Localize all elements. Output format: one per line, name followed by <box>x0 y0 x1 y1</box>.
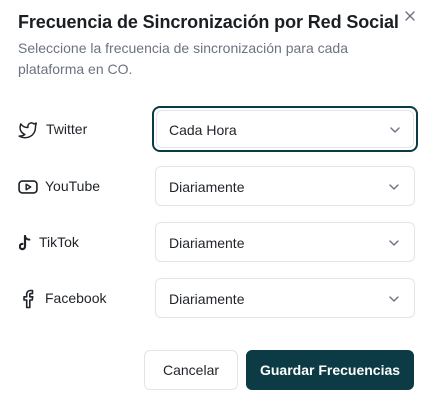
sync-frequency-dialog: Frecuencia de Sincronización por Red Soc… <box>0 0 432 400</box>
chevron-down-icon <box>389 296 399 302</box>
frequency-value-tiktok: Diariamente <box>169 235 245 251</box>
youtube-icon <box>18 177 38 197</box>
twitter-icon <box>18 120 38 140</box>
frequency-value-facebook: Diariamente <box>169 291 245 307</box>
frequency-select-tiktok[interactable]: Diariamente <box>155 222 415 262</box>
platform-row-facebook: Facebook Diariamente <box>0 278 432 318</box>
platform-row-tiktok: TikTok Diariamente <box>0 222 432 262</box>
platform-label-youtube: YouTube <box>45 178 101 194</box>
frequency-value-twitter: Cada Hora <box>169 122 237 138</box>
dialog-description: Seleccione la frecuencia de sincronizaci… <box>18 40 348 77</box>
facebook-icon <box>18 289 38 309</box>
chevron-down-icon <box>390 127 400 133</box>
close-button[interactable] <box>400 6 420 26</box>
frequency-select-facebook[interactable]: Diariamente <box>155 278 415 318</box>
platform-label-facebook: Facebook <box>45 290 107 306</box>
platform-row-youtube: YouTube Diariamente <box>0 166 432 206</box>
dialog-title: Frecuencia de Sincronización por Red Soc… <box>18 12 399 32</box>
platform-label-tiktok: TikTok <box>39 234 79 250</box>
chevron-down-icon <box>389 240 399 246</box>
platform-row-twitter: Twitter Cada Hora <box>0 106 432 152</box>
save-frequencies-button[interactable]: Guardar Frecuencias <box>246 350 414 390</box>
cancel-button[interactable]: Cancelar <box>144 350 238 390</box>
close-icon <box>405 11 415 21</box>
platform-label-twitter: Twitter <box>46 121 88 137</box>
frequency-select-twitter[interactable]: Cada Hora <box>152 106 418 152</box>
frequency-value-youtube: Diariamente <box>169 179 245 195</box>
tiktok-icon <box>18 233 32 253</box>
frequency-select-youtube[interactable]: Diariamente <box>155 166 415 206</box>
chevron-down-icon <box>389 184 399 190</box>
